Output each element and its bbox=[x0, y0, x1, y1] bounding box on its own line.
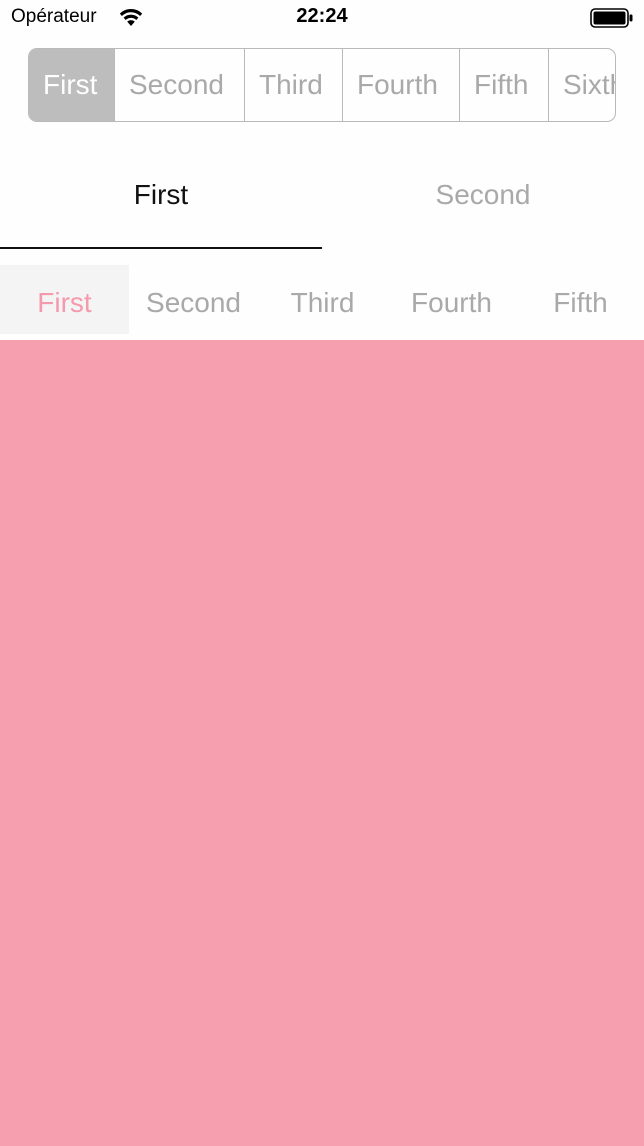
segment-first[interactable]: First bbox=[29, 49, 115, 121]
underline-tab-second[interactable]: Second bbox=[322, 150, 644, 240]
strip-tab-fifth[interactable]: Fifth bbox=[516, 265, 644, 340]
tab-selection-indicator bbox=[0, 247, 322, 249]
segment-fifth[interactable]: Fifth bbox=[460, 49, 549, 121]
scrolling-tab-strip: First Second Third Fourth Fifth bbox=[0, 265, 644, 340]
app-screen: Opérateur 22:24 First Second Third Fourt… bbox=[0, 0, 644, 1146]
segment-sixth[interactable]: Sixth bbox=[549, 49, 615, 121]
segmented-control: First Second Third Fourth Fifth Sixth bbox=[28, 48, 616, 122]
segment-third[interactable]: Third bbox=[245, 49, 343, 121]
strip-tab-third[interactable]: Third bbox=[258, 265, 387, 340]
underline-tab-first[interactable]: First bbox=[0, 150, 322, 240]
battery-full-icon bbox=[590, 8, 634, 28]
strip-tab-first[interactable]: First bbox=[0, 265, 129, 334]
status-bar: Opérateur 22:24 bbox=[0, 0, 644, 36]
status-time: 22:24 bbox=[296, 5, 348, 27]
strip-tab-second[interactable]: Second bbox=[129, 265, 258, 340]
segment-fourth[interactable]: Fourth bbox=[343, 49, 460, 121]
underline-tab-bar: First Second bbox=[0, 150, 644, 250]
segment-second[interactable]: Second bbox=[115, 49, 245, 121]
tab-content-page[interactable] bbox=[0, 335, 644, 1146]
strip-tab-fourth[interactable]: Fourth bbox=[387, 265, 516, 340]
